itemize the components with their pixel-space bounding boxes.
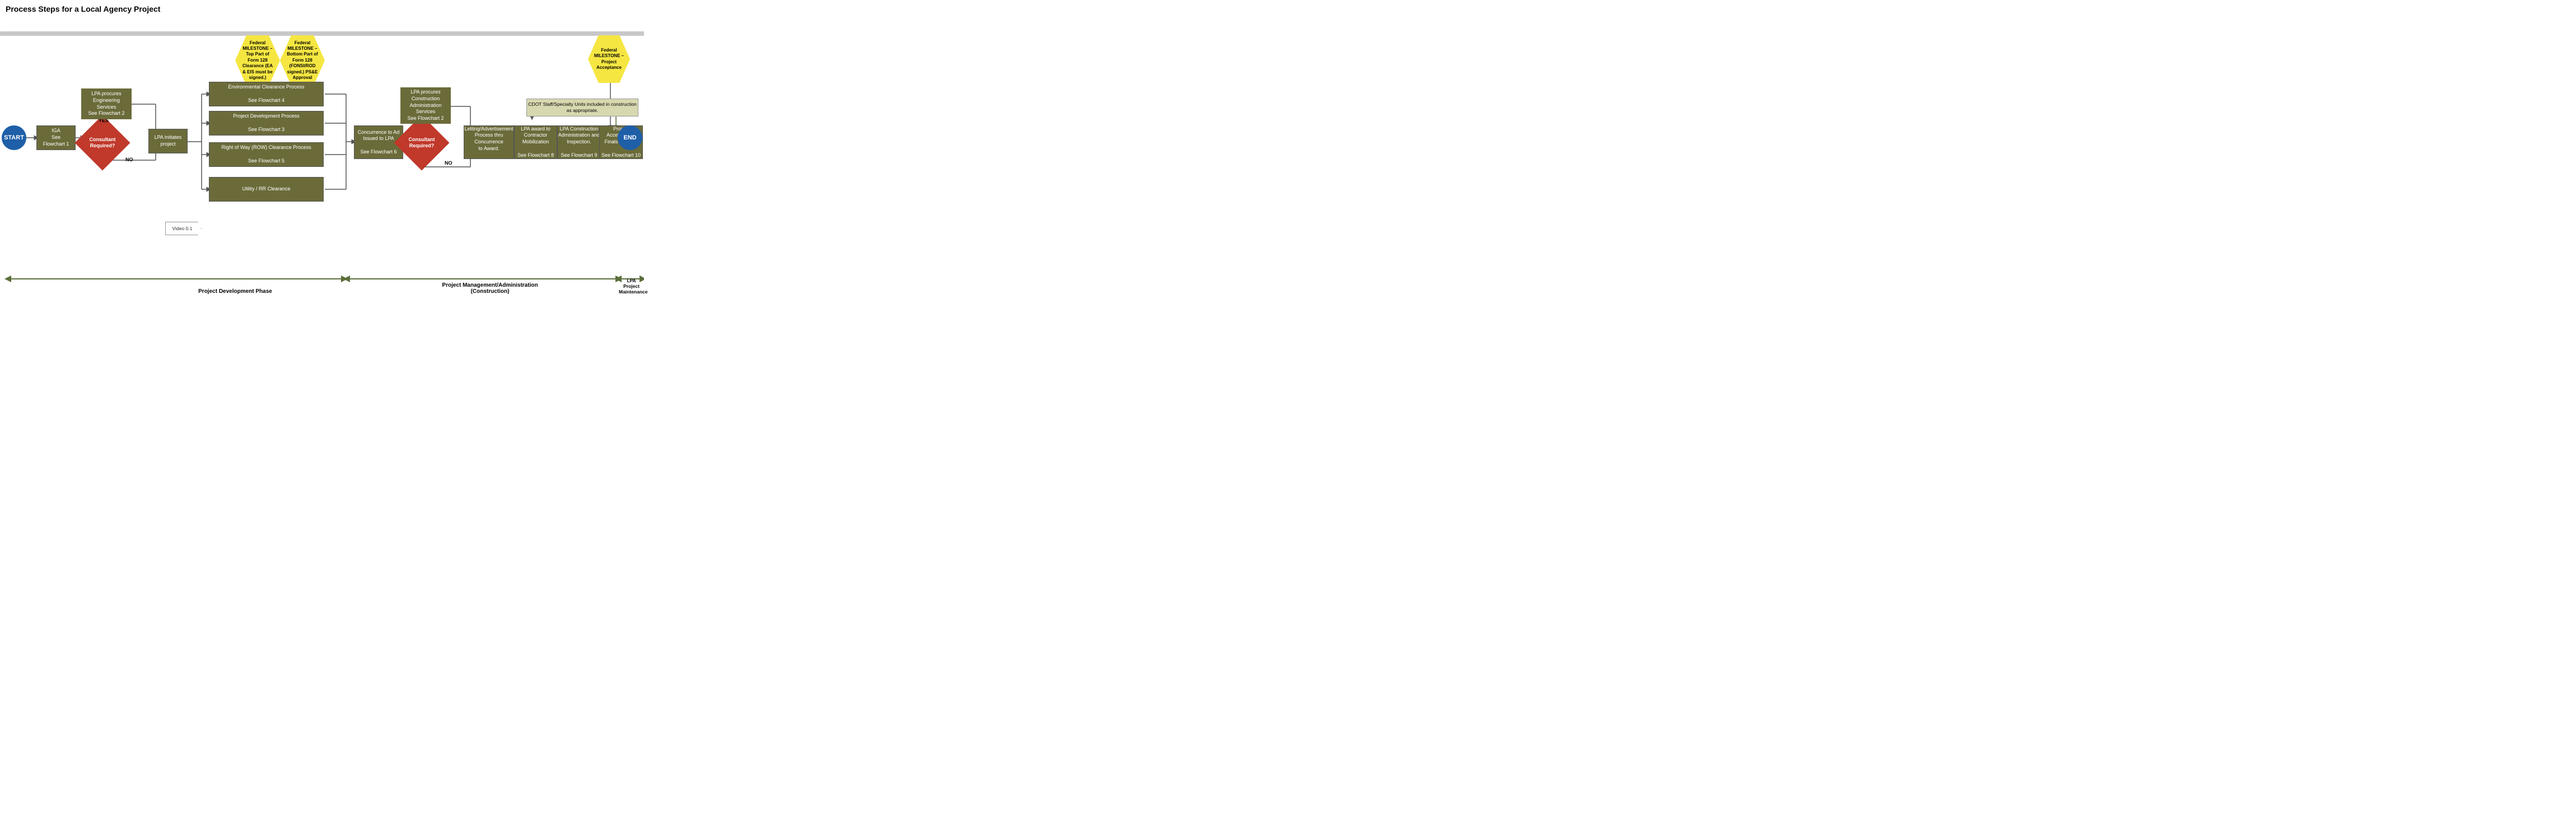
lpa-eng-text: LPA procures Engineering Services See Fl… <box>88 91 124 117</box>
row-clearance-box: Right of Way (ROW) Clearance Process See… <box>209 142 324 167</box>
diamond-consultant-1: ConsultantRequired? <box>83 123 122 162</box>
fed-milestone-2-text: FederalMILESTONE –Bottom Part ofForm 128… <box>287 40 318 81</box>
fed-milestone-1-text: FederalMILESTONE –Top Part ofForm 128Cle… <box>242 40 273 81</box>
federal-milestone-1: FederalMILESTONE –Top Part ofForm 128Cle… <box>235 35 280 86</box>
concurrence-text: Concurrence to Ad Issued to LPA See Flow… <box>358 129 400 156</box>
utility-box: Utility / RR Clearance <box>209 177 324 202</box>
lpa-construction-text: LPA Construction Administration and Insp… <box>558 126 600 158</box>
no-label-1: NO <box>125 157 133 162</box>
project-dev-box: Project Development Process See Flowchar… <box>209 111 324 136</box>
mgmt-phase-label: Project Management/Administration(Constr… <box>364 282 616 295</box>
lpa-letting-text: LPA Letting/Advertisement Process thru C… <box>464 119 514 165</box>
lpa-initiates-box: LPA initiates project <box>148 129 188 153</box>
diagram-container: START IGA See Flowchart 1 ConsultantRequ… <box>0 16 644 296</box>
federal-milestone-2: FederalMILESTONE –Bottom Part ofForm 128… <box>280 35 325 86</box>
fed-milestone-3-text: FederalMILESTONE –ProjectAcceptance <box>594 48 624 71</box>
lpa-letting-box: LPA Letting/Advertisement Process thru C… <box>464 125 514 159</box>
start-label: START <box>4 134 24 141</box>
no-label-2: NO <box>445 160 452 166</box>
cdot-note-text: CDOT Staff/Specialty Units included in c… <box>528 101 636 114</box>
lpa-initiates-text: LPA initiates project <box>155 134 182 147</box>
lpa-award-text: LPA award to Contractor Mobilization See… <box>517 126 554 158</box>
cdot-note-box: CDOT Staff/Specialty Units included in c… <box>526 99 638 116</box>
project-dev-text: Project Development Process See Flowchar… <box>233 113 300 133</box>
page-title: Process Steps for a Local Agency Project <box>0 0 644 16</box>
federal-milestone-3: FederalMILESTONE –ProjectAcceptance <box>588 35 630 83</box>
row-clearance-text: Right of Way (ROW) Clearance Process See… <box>221 144 311 164</box>
diamond-consultant-2: ConsultantRequired? <box>402 123 441 162</box>
lpa-construction-box: LPA Construction Administration and Insp… <box>557 125 601 159</box>
lpa-procures-eng-box: LPA procures Engineering Services See Fl… <box>81 88 132 119</box>
iga-text: IGA See Flowchart 1 <box>43 128 69 147</box>
video-box[interactable]: Video 0.1 <box>165 222 202 235</box>
start-node: START <box>2 125 26 150</box>
end-label: END <box>623 134 636 141</box>
env-clearance-text: Environmental Clearance Process See Flow… <box>228 84 304 104</box>
utility-text: Utility / RR Clearance <box>242 186 290 193</box>
lpa-const-text: LPA procures Construction Administration… <box>407 89 444 122</box>
dev-phase-label: Project Development Phase <box>112 288 358 295</box>
maintenance-phase-label: LPA ProjectMaintenance <box>619 278 644 295</box>
iga-box: IGA See Flowchart 1 <box>36 125 76 150</box>
lpa-award-box: LPA award to Contractor Mobilization See… <box>514 125 557 159</box>
env-clearance-box: Environmental Clearance Process See Flow… <box>209 82 324 106</box>
end-node: END <box>618 125 642 150</box>
lpa-procures-const-box: LPA procures Construction Administration… <box>400 87 451 124</box>
video-label: Video 0.1 <box>172 226 193 231</box>
